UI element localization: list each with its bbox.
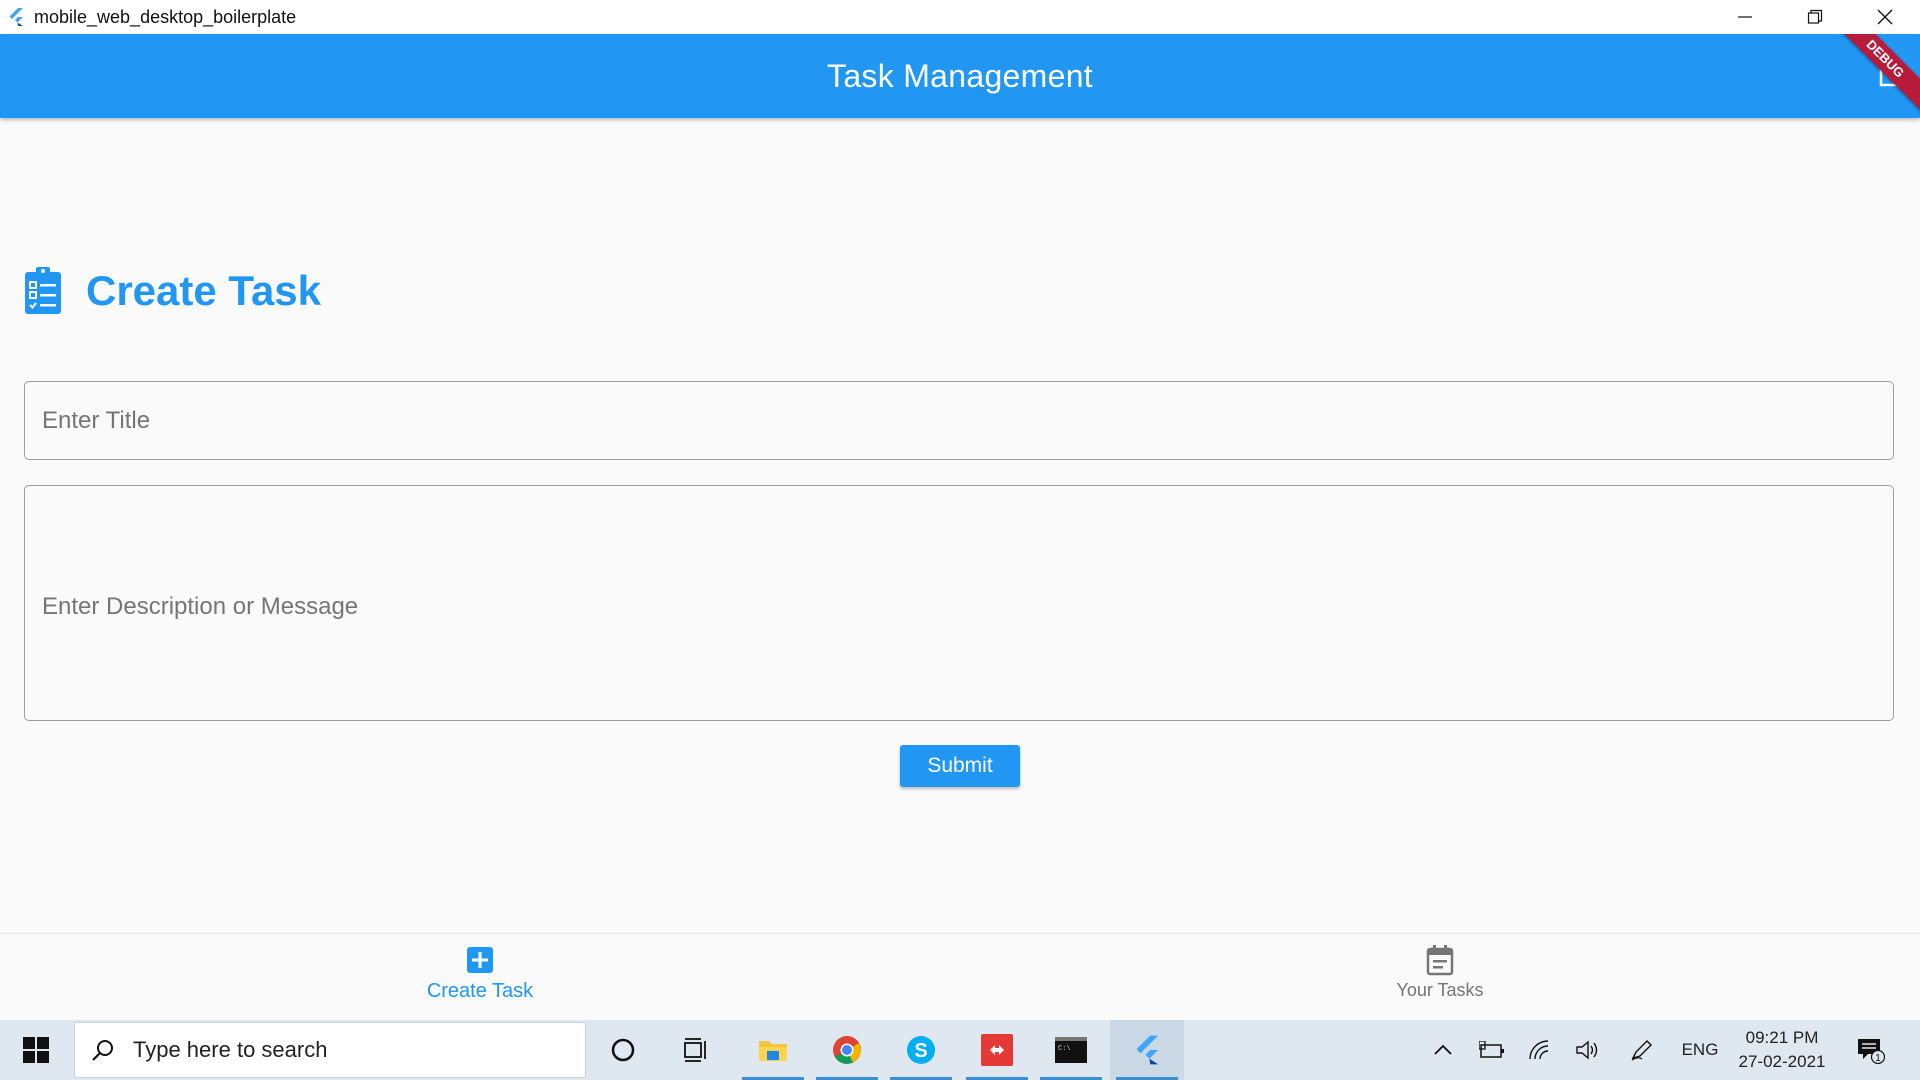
taskbar-clock[interactable]: 09:21 PM 27-02-2021 [1722, 1026, 1842, 1074]
svg-text:C:\: C:\ [1058, 1045, 1071, 1053]
notification-icon: 1 [1858, 1039, 1885, 1065]
submit-button[interactable]: Submit [900, 745, 1020, 787]
debug-banner: DEBUG [1824, 34, 1920, 118]
terminal-icon: C:\ [1055, 1037, 1087, 1063]
start-button[interactable] [0, 1020, 72, 1080]
svg-text:S: S [914, 1040, 927, 1062]
windows-taskbar: Type here to search S C:\ ENG 09:21 PM 2… [0, 1020, 1920, 1080]
title-placeholder: Enter Title [42, 407, 151, 434]
flutter-icon [1136, 1035, 1159, 1065]
nav-label-your-tasks: Your Tasks [1396, 980, 1484, 1000]
taskbar-search-box[interactable]: Type here to search [74, 1022, 586, 1078]
input-language-button[interactable]: ENG [1676, 1020, 1724, 1080]
nav-item-your-tasks[interactable]: Your Tasks [1340, 944, 1540, 1014]
bottom-navigation: Create Task Your Tasks [0, 933, 1920, 1021]
network-button[interactable] [1522, 1020, 1558, 1080]
app-bar-title: Task Management [827, 57, 1093, 94]
clipboard-list-icon [25, 267, 61, 314]
description-placeholder: Enter Description or Message [42, 593, 359, 620]
clock-date: 27-02-2021 [1738, 1052, 1826, 1071]
create-task-heading: Create Task [24, 266, 321, 316]
close-button[interactable] [1850, 0, 1920, 34]
chrome-icon [833, 1036, 861, 1064]
clock-time: 09:21 PM [1745, 1028, 1819, 1047]
search-placeholder: Type here to search [133, 1037, 328, 1062]
search-icon [92, 1040, 113, 1061]
battery-icon [1479, 1041, 1504, 1058]
task-view-icon [684, 1038, 706, 1062]
restore-icon [1807, 9, 1823, 24]
taskbar-app-flutter[interactable] [1110, 1020, 1184, 1080]
file-explorer-icon [759, 1041, 787, 1061]
window-controls [1710, 0, 1920, 34]
git-app-icon [981, 1034, 1013, 1066]
taskbar-app-terminal[interactable]: C:\ [1034, 1020, 1108, 1080]
wifi-icon [1529, 1040, 1549, 1060]
add-box-icon [467, 947, 493, 973]
nav-item-create-task[interactable]: Create Task [380, 944, 580, 1014]
speaker-icon [1576, 1040, 1598, 1060]
minimize-button[interactable] [1710, 0, 1780, 34]
taskbar-app-git[interactable] [960, 1020, 1034, 1080]
cortana-button[interactable] [586, 1020, 660, 1080]
description-input[interactable]: Enter Description or Message [24, 485, 1894, 721]
app-bar: Task Management DEBUG [0, 34, 1920, 118]
calendar-icon [1426, 945, 1454, 976]
window-titlebar: mobile_web_desktop_boilerplate [0, 0, 1920, 34]
taskbar-app-chrome[interactable] [810, 1020, 884, 1080]
volume-button[interactable] [1570, 1020, 1606, 1080]
nav-label-create-task: Create Task [426, 980, 534, 1002]
chevron-up-icon [1434, 1044, 1452, 1055]
pen-icon [1631, 1040, 1652, 1061]
window-title: mobile_web_desktop_boilerplate [34, 6, 297, 27]
show-hidden-icons-button[interactable] [1428, 1020, 1458, 1080]
taskbar-app-file-explorer[interactable] [736, 1020, 810, 1080]
page-title: Create Task [86, 267, 322, 314]
windows-logo-icon [23, 1037, 49, 1063]
taskbar-app-skype[interactable]: S [884, 1020, 958, 1080]
action-center-button[interactable]: 1 [1850, 1020, 1890, 1080]
title-input[interactable]: Enter Title [24, 381, 1894, 460]
flutter-logo-icon [9, 8, 23, 26]
task-view-button[interactable] [660, 1020, 734, 1080]
pen-workspace-button[interactable] [1624, 1020, 1660, 1080]
restore-button[interactable] [1780, 0, 1850, 34]
minimize-icon [1738, 16, 1752, 18]
battery-button[interactable] [1474, 1020, 1510, 1080]
cortana-icon [611, 1038, 635, 1062]
close-icon [1877, 9, 1893, 25]
skype-icon: S [907, 1036, 935, 1064]
notification-count: 1 [1875, 1053, 1881, 1064]
